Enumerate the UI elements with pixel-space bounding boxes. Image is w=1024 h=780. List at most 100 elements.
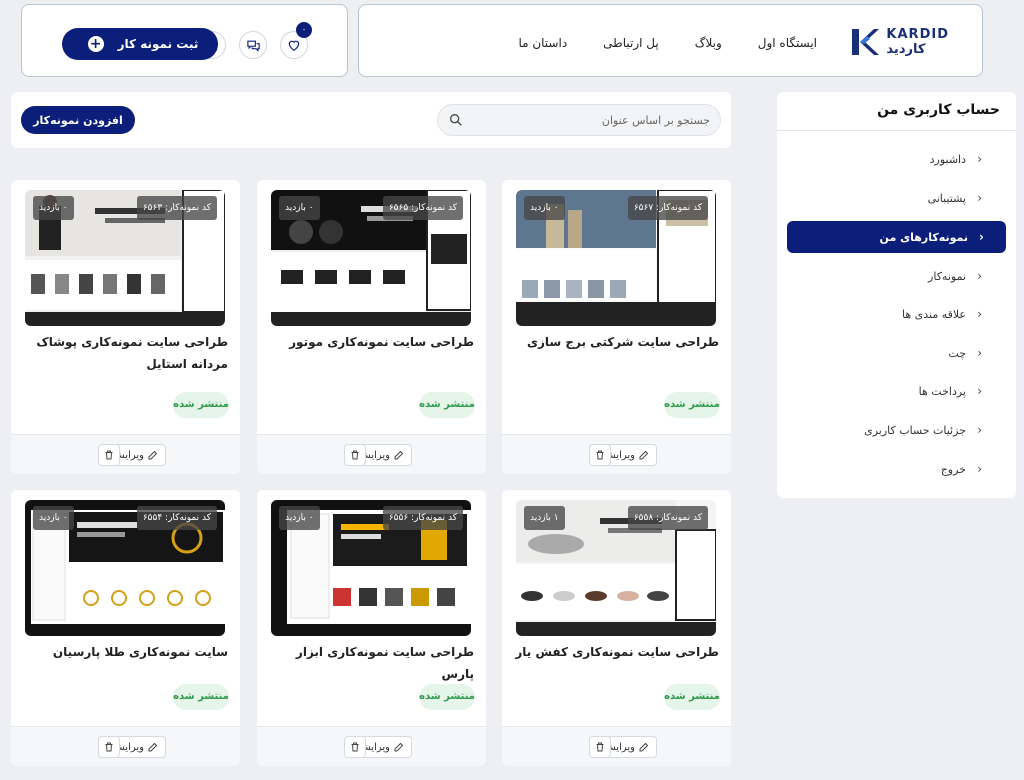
portfolio-card: کد نمونه‌کار: ۶۵۶۳ ۰ بازدید طراحی سایت ن… <box>11 180 240 474</box>
portfolio-code-tag: کد نمونه‌کار: ۶۵۶۵ <box>382 196 463 220</box>
sidebar-item-label: داشبورد <box>929 152 966 166</box>
sidebar-item-logout[interactable]: ‹ خروج <box>789 453 998 485</box>
sidebar-item-chat[interactable]: ‹ چت <box>789 337 998 369</box>
trash-icon <box>105 742 113 752</box>
search-box <box>437 104 721 136</box>
status-badge: منتشر شده <box>419 392 475 418</box>
portfolio-title: سایت نمونه‌کاری طلا پارسیان <box>52 645 228 659</box>
portfolio-thumbnail[interactable]: کد نمونه‌کار: ۶۵۵۶ ۰ بازدید <box>271 500 471 636</box>
sidebar-item-label: چت <box>948 346 966 360</box>
submit-portfolio-button[interactable]: ثبت نمونه کار + <box>62 28 218 60</box>
visits-count-tag: ۰ بازدید <box>33 506 74 530</box>
edit-icon <box>394 742 404 752</box>
delete-button[interactable] <box>98 736 120 758</box>
sidebar-item-label: پشتیبانی <box>927 191 966 205</box>
add-portfolio-button[interactable]: افزودن نمونه‌کار <box>21 106 135 134</box>
card-actions: ویرایش <box>257 726 486 766</box>
favorites-count-badge: ۰ <box>296 22 312 38</box>
sidebar-title: حساب کاربری من <box>777 92 1016 131</box>
status-badge: منتشر شده <box>664 684 720 710</box>
sidebar-item-dashboard[interactable]: ‹ داشبورد <box>789 143 998 175</box>
portfolio-card: کد نمونه‌کار: ۶۵۵۴ ۰ بازدید سایت نمونه‌ک… <box>11 490 240 766</box>
heart-icon <box>288 40 300 51</box>
sidebar-item-label: جزئیات حساب کاربری <box>864 423 966 437</box>
portfolio-thumbnail[interactable]: کد نمونه‌کار: ۶۵۵۸ ۱ بازدید <box>516 500 716 636</box>
card-actions: ویرایش <box>502 726 731 766</box>
card-actions: ویرایش <box>502 434 731 474</box>
portfolio-thumbnail[interactable]: کد نمونه‌کار: ۶۵۶۷ ۰ بازدید <box>516 190 716 326</box>
portfolio-code-tag: کد نمونه‌کار: ۶۵۶۷ <box>627 196 708 220</box>
portfolio-code-tag: کد نمونه‌کار: ۶۵۵۸ <box>627 506 708 530</box>
visits-count-tag: ۰ بازدید <box>524 196 565 220</box>
delete-button[interactable] <box>98 444 120 466</box>
edit-icon <box>394 450 404 460</box>
trash-icon <box>596 742 604 752</box>
portfolio-code-tag: کد نمونه‌کار: ۶۵۵۶ <box>382 506 463 530</box>
visits-count-tag: ۰ بازدید <box>279 506 320 530</box>
delete-button[interactable] <box>344 444 366 466</box>
logo-persian: کاردید <box>886 42 926 57</box>
portfolio-card: کد نمونه‌کار: ۶۵۵۸ ۱ بازدید طراحی سایت ن… <box>502 490 731 766</box>
nav-item-home[interactable]: ایستگاه اول <box>758 36 817 50</box>
chevron-left-icon: ‹ <box>977 462 982 476</box>
edit-icon <box>148 742 158 752</box>
portfolio-code-tag: کد نمونه‌کار: ۶۵۵۴ <box>136 506 217 530</box>
chevron-left-icon: ‹ <box>977 423 982 437</box>
delete-button[interactable] <box>589 736 611 758</box>
portfolio-thumbnail[interactable]: کد نمونه‌کار: ۶۵۶۵ ۰ بازدید <box>271 190 471 326</box>
status-badge: منتشر شده <box>173 684 229 710</box>
trash-icon <box>105 450 113 460</box>
portfolio-title: طراحی سایت نمونه‌کاری موتور <box>289 335 474 349</box>
chevron-left-icon: ‹ <box>979 230 984 244</box>
sidebar-item-label: نمونه‌کارهای من <box>879 230 968 244</box>
edit-icon <box>148 450 158 460</box>
edit-icon <box>639 742 649 752</box>
search-input[interactable] <box>470 113 710 127</box>
chevron-left-icon: ‹ <box>977 346 982 360</box>
logo-k-icon <box>852 29 880 55</box>
portfolio-title: طراحی سایت شرکتی برج سازی <box>526 335 719 349</box>
brand-logo[interactable]: KARDID کاردید <box>850 25 949 59</box>
nav-item-blog[interactable]: وبلاگ <box>695 36 722 50</box>
status-badge: منتشر شده <box>173 392 229 418</box>
chevron-left-icon: ‹ <box>977 384 982 398</box>
sidebar-item-my-portfolios[interactable]: ‹ نمونه‌کارهای من <box>787 221 1006 253</box>
trash-icon <box>596 450 604 460</box>
portfolio-thumbnail[interactable]: کد نمونه‌کار: ۶۵۵۴ ۰ بازدید <box>25 500 225 636</box>
sidebar-item-portfolio[interactable]: ‹ نمونه‌کار <box>789 260 998 292</box>
sidebar-item-payments[interactable]: ‹ پرداخت ها <box>789 375 998 407</box>
portfolio-card: کد نمونه‌کار: ۶۵۶۵ ۰ بازدید طراحی سایت ن… <box>257 180 486 474</box>
account-sidebar: حساب کاربری من ‹ داشبورد ‹ پشتیبانی ‹ نم… <box>777 92 1016 498</box>
chat-button[interactable] <box>239 31 267 59</box>
main-nav: ایستگاه اول وبلاگ پل ارتباطی داستان ما <box>518 36 817 50</box>
chat-bubbles-icon <box>246 40 260 52</box>
nav-item-contact[interactable]: پل ارتباطی <box>603 36 659 50</box>
sidebar-item-favorites[interactable]: ‹ علاقه مندی ها <box>789 298 998 330</box>
delete-button[interactable] <box>344 736 366 758</box>
submit-portfolio-label: ثبت نمونه کار <box>117 37 199 51</box>
trash-icon <box>351 742 359 752</box>
card-actions: ویرایش <box>257 434 486 474</box>
search-icon[interactable] <box>448 112 464 128</box>
portfolio-title: طراحی سایت نمونه‌کاری ابزار پارس <box>295 645 474 681</box>
portfolio-thumbnail[interactable]: کد نمونه‌کار: ۶۵۶۳ ۰ بازدید <box>25 190 225 326</box>
visits-count-tag: ۰ بازدید <box>279 196 320 220</box>
sidebar-item-label: علاقه مندی ها <box>901 307 966 321</box>
sidebar-item-support[interactable]: ‹ پشتیبانی <box>789 182 998 214</box>
main-header: KARDID کاردید ایستگاه اول وبلاگ پل ارتبا… <box>358 4 983 77</box>
portfolio-title: طراحی سایت نمونه‌کاری پوشاک مردانه استای… <box>36 335 228 371</box>
edit-icon <box>639 450 649 460</box>
portfolio-code-tag: کد نمونه‌کار: ۶۵۶۳ <box>136 196 217 220</box>
sidebar-item-account-details[interactable]: ‹ جزئیات حساب کاربری <box>789 414 998 446</box>
portfolio-card: کد نمونه‌کار: ۶۵۶۷ ۰ بازدید طراحی سایت ش… <box>502 180 731 474</box>
logo-english: KARDID <box>886 27 949 42</box>
chevron-left-icon: ‹ <box>977 307 982 321</box>
visits-count-tag: ۰ بازدید <box>33 196 74 220</box>
chevron-left-icon: ‹ <box>977 152 982 166</box>
trash-icon <box>351 450 359 460</box>
visits-count-tag: ۱ بازدید <box>524 506 565 530</box>
plus-icon: + <box>87 36 104 52</box>
status-badge: منتشر شده <box>419 684 475 710</box>
delete-button[interactable] <box>589 444 611 466</box>
nav-item-about[interactable]: داستان ما <box>518 36 567 50</box>
